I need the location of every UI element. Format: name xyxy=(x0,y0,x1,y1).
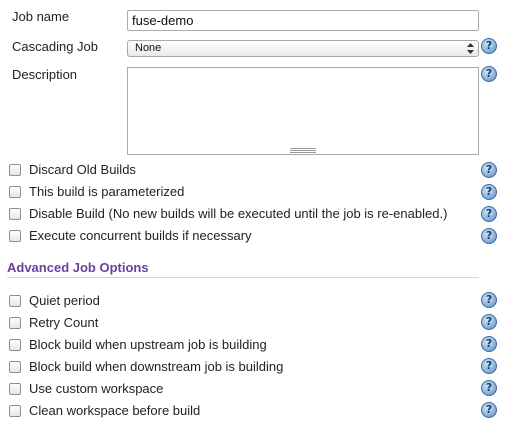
option-label: Use custom workspace xyxy=(29,381,164,396)
up-down-arrows-icon xyxy=(467,43,474,54)
checkbox[interactable] xyxy=(9,295,21,307)
help-icon[interactable]: ? xyxy=(481,336,497,352)
help-icon[interactable]: ? xyxy=(481,206,497,222)
description-textarea[interactable] xyxy=(127,67,479,155)
option-label: This build is parameterized xyxy=(29,184,185,199)
checkbox[interactable] xyxy=(9,208,21,220)
job-name-label: Job name xyxy=(12,9,70,24)
help-icon[interactable]: ? xyxy=(481,314,497,330)
checkbox[interactable] xyxy=(9,383,21,395)
help-icon[interactable]: ? xyxy=(481,380,497,396)
checkbox[interactable] xyxy=(9,405,21,417)
description-label: Description xyxy=(12,67,78,82)
option-label: Quiet period xyxy=(29,293,100,308)
option-label: Block build when downstream job is build… xyxy=(29,359,284,374)
cascading-job-selected-value: None xyxy=(135,42,162,54)
checkbox[interactable] xyxy=(9,186,21,198)
help-icon[interactable]: ? xyxy=(481,292,497,308)
checkbox[interactable] xyxy=(9,230,21,242)
cascading-job-select[interactable]: None xyxy=(127,40,479,57)
option-label: Execute concurrent builds if necessary xyxy=(29,228,252,243)
cascading-job-label: Cascading Job xyxy=(12,39,98,54)
option-label: Block build when upstream job is buildin… xyxy=(29,337,267,352)
description-resize-bar[interactable] xyxy=(127,147,479,155)
help-icon[interactable]: ? xyxy=(481,184,497,200)
option-label: Discard Old Builds xyxy=(29,162,136,177)
checkbox[interactable] xyxy=(9,339,21,351)
checkbox[interactable] xyxy=(9,361,21,373)
help-icon[interactable]: ? xyxy=(481,228,497,244)
help-icon[interactable]: ? xyxy=(481,66,497,82)
help-icon[interactable]: ? xyxy=(481,38,497,54)
resize-grip-icon xyxy=(290,148,316,153)
help-icon[interactable]: ? xyxy=(481,358,497,374)
section-title-advanced-job-options: Advanced Job Options xyxy=(7,260,479,278)
checkbox[interactable] xyxy=(9,164,21,176)
job-name-input[interactable]: fuse-demo xyxy=(127,10,479,31)
option-label: Retry Count xyxy=(29,315,99,330)
checkbox[interactable] xyxy=(9,317,21,329)
option-label: Disable Build (No new builds will be exe… xyxy=(29,206,448,221)
help-icon[interactable]: ? xyxy=(481,162,497,178)
option-label: Clean workspace before build xyxy=(29,403,201,418)
help-icon[interactable]: ? xyxy=(481,402,497,418)
